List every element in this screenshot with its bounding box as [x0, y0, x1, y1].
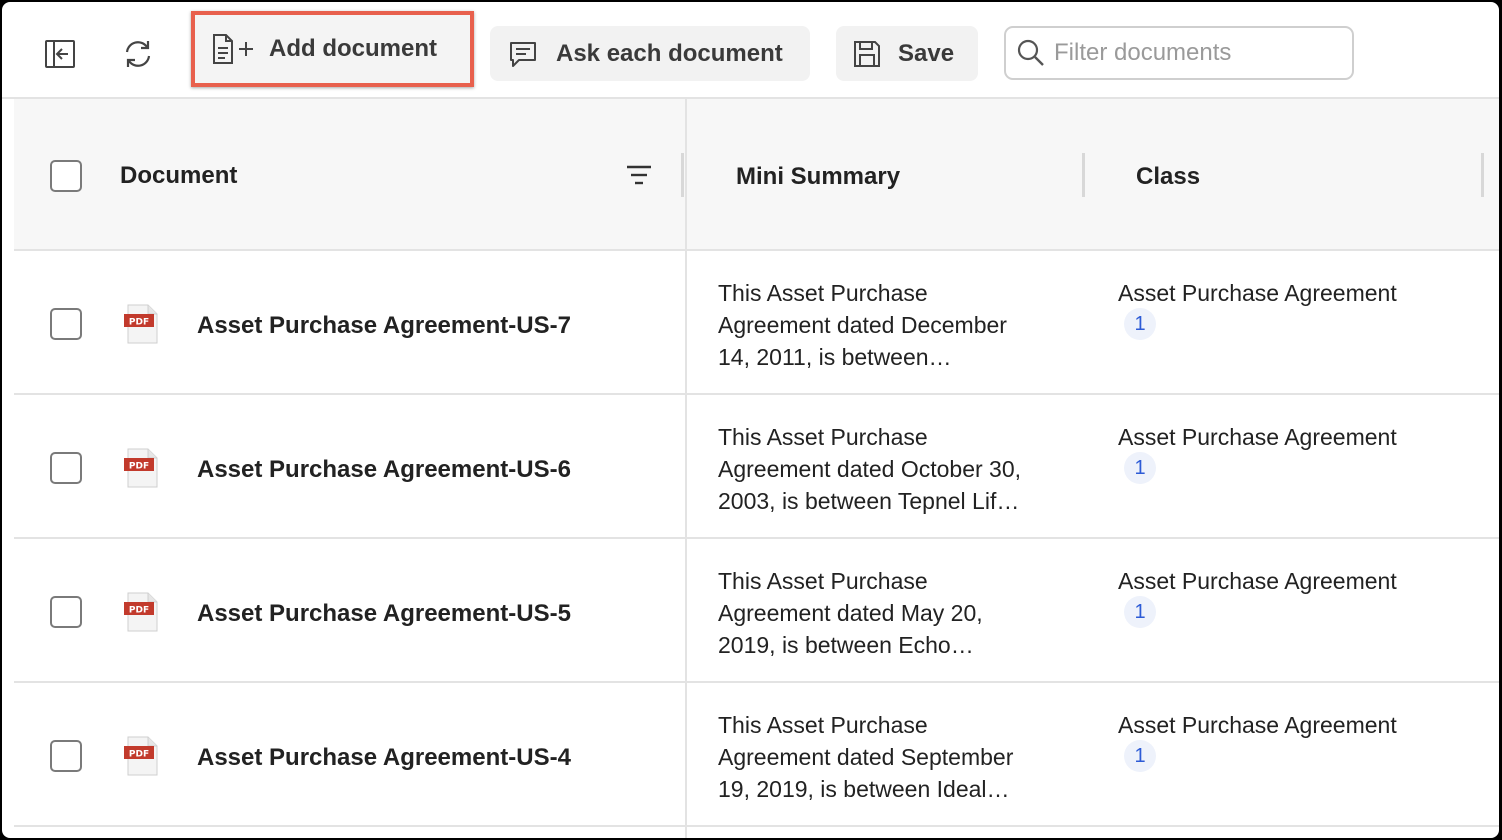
class-label: Asset Purchase Agreement	[1118, 424, 1397, 450]
header-divider	[14, 249, 1499, 251]
add-document-icon	[213, 34, 253, 64]
filter-icon[interactable]	[625, 163, 653, 187]
row-checkbox[interactable]	[50, 308, 82, 340]
ask-each-document-button[interactable]: Ask each document	[490, 26, 810, 81]
class-count-badge[interactable]: 1	[1124, 596, 1156, 628]
header-class[interactable]: Class	[1136, 163, 1200, 191]
column-resize-handle[interactable]	[1481, 153, 1484, 197]
class-label: Asset Purchase Agreement	[1118, 568, 1397, 594]
save-label: Save	[898, 39, 955, 67]
pdf-icon: PDF	[124, 736, 158, 776]
pdf-icon: PDF	[124, 304, 158, 344]
svg-text:PDF: PDF	[129, 462, 149, 472]
row-checkbox[interactable]	[50, 596, 82, 628]
search-icon	[1017, 39, 1044, 66]
row-checkbox[interactable]	[50, 452, 82, 484]
class-label: Asset Purchase Agreement	[1118, 712, 1397, 738]
filter-documents-input[interactable]	[1054, 39, 1344, 67]
collapse-sidebar-icon	[45, 40, 75, 68]
row-divider	[14, 393, 1499, 395]
refresh-icon	[125, 41, 151, 67]
frozen-column-divider	[685, 99, 687, 838]
class-count-badge[interactable]: 1	[1124, 452, 1156, 484]
header-document[interactable]: Document	[120, 162, 237, 190]
document-name[interactable]: Asset Purchase Agreement-US-7	[197, 312, 571, 340]
row-divider	[14, 825, 1499, 827]
row-divider	[14, 537, 1499, 539]
column-resize-handle[interactable]	[1082, 153, 1085, 197]
svg-text:PDF: PDF	[129, 318, 149, 328]
refresh-button[interactable]	[116, 32, 160, 76]
row-divider	[14, 681, 1499, 683]
mini-summary: This Asset Purchase Agreement dated May …	[718, 568, 983, 658]
svg-text:PDF: PDF	[129, 606, 149, 616]
header-mini-summary[interactable]: Mini Summary	[736, 163, 900, 191]
mini-summary: This Asset Purchase Agreement dated Octo…	[718, 424, 1022, 514]
toolbar: Add document Ask each document Save	[2, 2, 1499, 99]
document-name[interactable]: Asset Purchase Agreement-US-4	[197, 744, 571, 772]
collapse-sidebar-button[interactable]	[38, 32, 82, 76]
pdf-icon: PDF	[124, 592, 158, 632]
save-button[interactable]: Save	[836, 26, 978, 81]
document-name[interactable]: Asset Purchase Agreement-US-6	[197, 456, 571, 484]
class-label: Asset Purchase Agreement	[1118, 280, 1397, 306]
add-document-label: Add document	[269, 35, 437, 62]
documents-table: Document Mini Summary Class PDF Asset Pu…	[14, 99, 1499, 838]
class-count-badge[interactable]: 1	[1124, 308, 1156, 340]
mini-summary: This Asset Purchase Agreement dated Dece…	[718, 280, 1007, 370]
class-count-badge[interactable]: 1	[1124, 740, 1156, 772]
document-name[interactable]: Asset Purchase Agreement-US-5	[197, 600, 571, 628]
save-icon	[854, 40, 880, 67]
ask-each-document-label: Ask each document	[556, 39, 783, 67]
filter-documents-field[interactable]	[1004, 26, 1354, 80]
mini-summary: This Asset Purchase Agreement dated Sept…	[718, 712, 1014, 802]
pdf-icon: PDF	[124, 448, 158, 488]
select-all-checkbox[interactable]	[50, 160, 82, 192]
app-window: Add document Ask each document Save Filt…	[2, 2, 1499, 838]
column-resize-handle[interactable]	[681, 153, 684, 197]
svg-text:PDF: PDF	[129, 750, 149, 760]
add-document-button[interactable]: Add document	[191, 11, 474, 87]
row-checkbox[interactable]	[50, 740, 82, 772]
chat-icon	[510, 41, 536, 67]
